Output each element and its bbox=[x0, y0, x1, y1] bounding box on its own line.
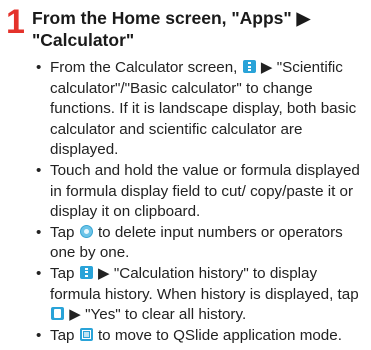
note-text: Tap bbox=[50, 264, 79, 282]
list-item: From the Calculator screen, ▶ "Scientifi… bbox=[30, 58, 366, 161]
clear-history-icon bbox=[51, 307, 64, 321]
delete-icon bbox=[79, 224, 93, 238]
note-text: to delete input numbers or operators one… bbox=[50, 223, 343, 262]
note-text: ▶ "Yes" to clear all history. bbox=[65, 306, 247, 324]
list-item: Tap ▶ "Calculation history" to display f… bbox=[30, 264, 366, 326]
note-text: Touch and hold the value or formula disp… bbox=[50, 161, 360, 221]
qslide-icon bbox=[79, 327, 93, 341]
note-text: Tap bbox=[50, 326, 79, 344]
note-text: From the Calculator screen, bbox=[50, 59, 242, 76]
notes-list: From the Calculator screen, ▶ "Scientifi… bbox=[30, 58, 366, 346]
step-title: From the Home screen, "Apps" ▶ "Calculat… bbox=[32, 8, 311, 50]
menu-icon bbox=[242, 60, 256, 73]
list-item: Touch and hold the value or formula disp… bbox=[30, 161, 366, 223]
list-item: Tap to delete input numbers or operators… bbox=[30, 223, 366, 264]
note-text: to move to QSlide application mode. bbox=[93, 326, 342, 344]
note-text: ▶ "Calculation history" to display formu… bbox=[50, 264, 359, 303]
note-text: Tap bbox=[50, 223, 79, 241]
step-number: 1 bbox=[6, 3, 25, 41]
menu-icon bbox=[79, 265, 93, 279]
list-item: Tap to move to QSlide application mode. bbox=[30, 326, 366, 347]
